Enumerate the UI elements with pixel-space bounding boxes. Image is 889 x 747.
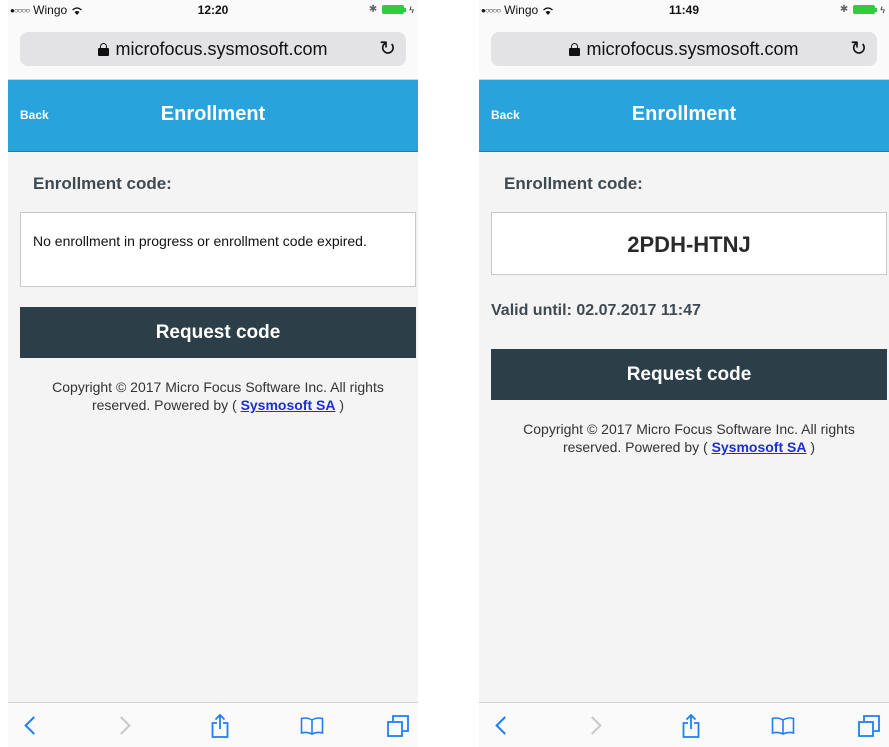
- url-text: microfocus.sysmosoft.com: [586, 38, 799, 59]
- request-code-button[interactable]: Request code: [491, 349, 887, 400]
- page-title: Enrollment: [631, 103, 737, 125]
- book-icon: [771, 716, 795, 735]
- chevron-right-icon: [111, 716, 131, 735]
- app-header: Back Enrollment: [479, 80, 889, 152]
- browser-back-button[interactable]: [10, 703, 50, 747]
- address-bar[interactable]: microfocus.sysmosoft.com ↻: [20, 32, 406, 66]
- browser-forward-button[interactable]: [575, 703, 615, 747]
- copyright-notice: Copyright © 2017 Micro Focus Software In…: [493, 420, 885, 456]
- status-time: 11:49: [668, 3, 700, 17]
- page-title: Enrollment: [160, 103, 266, 125]
- phone-screen-no-code: ●○○○○ Wingo 12:20 ✱ ϟ microfocus.sysmoso…: [8, 0, 418, 747]
- reload-icon[interactable]: ↻: [379, 36, 396, 61]
- lock-icon: [569, 42, 581, 56]
- browser-toolbar: [479, 702, 889, 747]
- charging-icon: ϟ: [409, 4, 414, 15]
- chevron-right-icon: [582, 716, 602, 735]
- browser-address-area: microfocus.sysmosoft.com ↻: [479, 18, 889, 80]
- app-header: Back Enrollment: [8, 80, 418, 152]
- bluetooth-icon: ✱: [368, 4, 378, 15]
- browser-address-area: microfocus.sysmosoft.com ↻: [8, 18, 418, 80]
- tabs-button[interactable]: [378, 703, 418, 747]
- share-button[interactable]: [200, 703, 240, 747]
- phone-screen-with-code: ●○○○○ Wingo 11:49 ✱ ϟ microfocus.sysmoso…: [479, 0, 889, 747]
- request-code-button[interactable]: Request code: [20, 307, 416, 358]
- copyright-end: ): [810, 439, 816, 455]
- copyright-text: Copyright © 2017 Micro Focus Software In…: [52, 379, 384, 413]
- share-button[interactable]: [671, 703, 711, 747]
- enrollment-code-value: 2PDH-HTNJ: [627, 232, 751, 257]
- chevron-left-icon: [494, 716, 514, 735]
- charging-icon: ϟ: [880, 4, 885, 15]
- book-icon: [300, 716, 324, 735]
- battery-icon: [382, 5, 407, 14]
- no-enrollment-message: No enrollment in progress or enrollment …: [33, 233, 367, 249]
- enrollment-code-box: No enrollment in progress or enrollment …: [20, 212, 416, 287]
- tabs-icon: [387, 714, 409, 737]
- battery-icon: [853, 5, 878, 14]
- status-bar: ●○○○○ Wingo 12:20 ✱ ϟ: [8, 0, 418, 18]
- browser-back-button[interactable]: [481, 703, 521, 747]
- copyright-notice: Copyright © 2017 Micro Focus Software In…: [22, 378, 414, 414]
- share-icon: [211, 713, 229, 738]
- share-icon: [682, 713, 700, 738]
- reload-icon[interactable]: ↻: [850, 36, 867, 61]
- lock-icon: [98, 42, 110, 56]
- bookmarks-button[interactable]: [292, 703, 332, 747]
- valid-until-text: Valid until: 02.07.2017 11:47: [491, 302, 701, 319]
- status-time: 12:20: [197, 3, 229, 17]
- url-text: microfocus.sysmosoft.com: [115, 38, 328, 59]
- tabs-icon: [858, 714, 880, 737]
- sysmosoft-link[interactable]: Sysmosoft SA: [712, 439, 807, 455]
- sysmosoft-link[interactable]: Sysmosoft SA: [241, 397, 336, 413]
- status-bar: ●○○○○ Wingo 11:49 ✱ ϟ: [479, 0, 889, 18]
- enrollment-code-label: Enrollment code:: [504, 174, 643, 193]
- browser-toolbar: [8, 702, 418, 747]
- tabs-button[interactable]: [849, 703, 889, 747]
- browser-forward-button[interactable]: [104, 703, 144, 747]
- copyright-text: Copyright © 2017 Micro Focus Software In…: [523, 421, 855, 455]
- enrollment-code-label: Enrollment code:: [33, 174, 172, 193]
- bluetooth-icon: ✱: [839, 4, 849, 15]
- chevron-left-icon: [23, 716, 43, 735]
- enrollment-code-box: 2PDH-HTNJ: [491, 212, 887, 275]
- address-bar[interactable]: microfocus.sysmosoft.com ↻: [491, 32, 877, 66]
- bookmarks-button[interactable]: [763, 703, 803, 747]
- copyright-end: ): [339, 397, 345, 413]
